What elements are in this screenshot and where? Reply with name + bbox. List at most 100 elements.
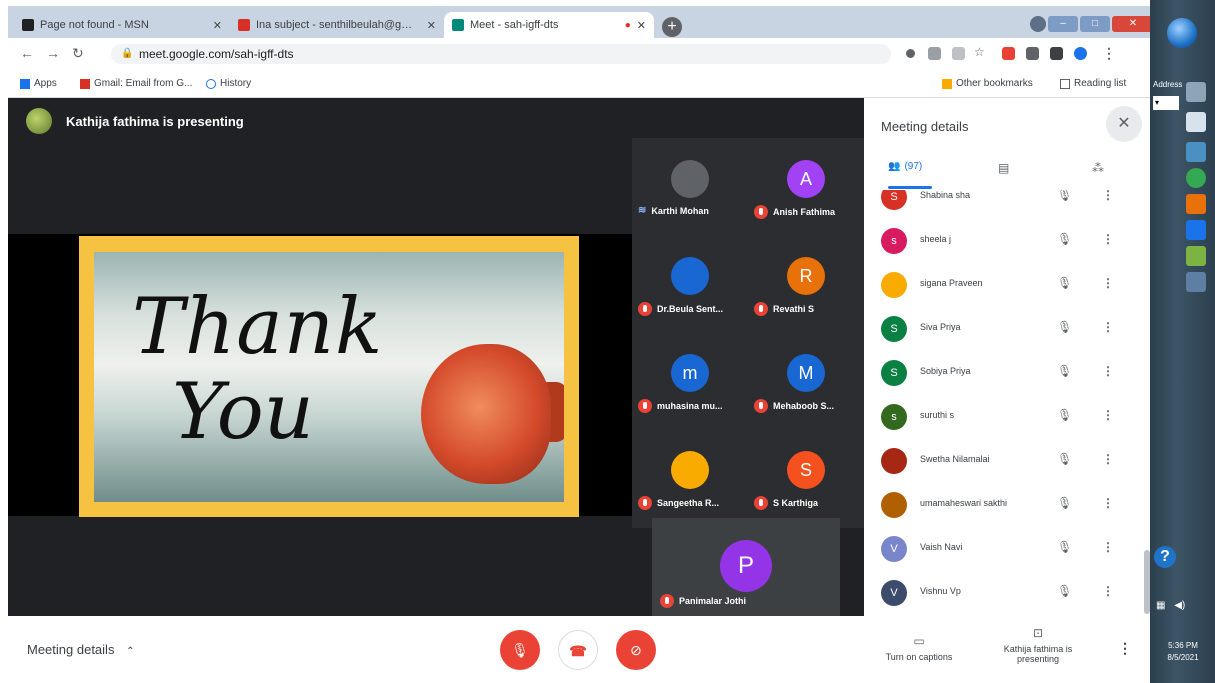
volume-icon[interactable]: ◀) xyxy=(1174,600,1185,611)
leave-call-button[interactable]: ☎ xyxy=(558,630,598,670)
list-item[interactable]: umamaheswari sakthi 🎙 ⋮ xyxy=(864,484,1142,528)
network-icon[interactable] xyxy=(1186,142,1206,162)
translate-icon[interactable] xyxy=(928,47,941,60)
mute-icon[interactable]: 🎙 xyxy=(1057,540,1072,554)
participant-tile-large[interactable]: P Panimalar Jothi xyxy=(652,518,840,616)
tab-chat[interactable]: ▤ xyxy=(998,161,1009,175)
participant-tile[interactable]: M Mehaboob S... xyxy=(748,332,864,429)
new-tab-button[interactable]: + xyxy=(662,17,682,37)
tab-meet[interactable]: Meet - sah-igff-dts ● ✕ xyxy=(444,12,654,38)
close-panel-button[interactable]: ✕ xyxy=(1106,106,1142,142)
list-item[interactable]: V Vishnu Vp 🎙 ⋮ xyxy=(864,572,1142,616)
more-options-icon[interactable]: ⋮ xyxy=(1102,408,1114,422)
profile-icon[interactable] xyxy=(1030,16,1046,32)
url-field[interactable]: 🔒 meet.google.com/sah-igff-dts xyxy=(111,44,891,64)
puzzle-icon[interactable] xyxy=(1050,47,1063,60)
more-options-icon[interactable]: ⋮ xyxy=(1102,190,1114,202)
profile-avatar-icon[interactable] xyxy=(1074,47,1087,60)
list-item[interactable]: sigana Praveen 🎙 ⋮ xyxy=(864,264,1142,308)
explorer-icon[interactable] xyxy=(1186,112,1206,132)
mute-icon[interactable]: 🎙 xyxy=(1057,452,1072,466)
maximize-button[interactable]: □ xyxy=(1080,16,1110,32)
more-options-icon[interactable]: ⋮ xyxy=(1102,276,1114,290)
taskbar-app-icon[interactable] xyxy=(1186,82,1206,102)
powerpoint-icon[interactable] xyxy=(1186,194,1206,214)
lock-icon: 🔒 xyxy=(121,48,134,59)
app-icon[interactable] xyxy=(1186,272,1206,292)
camera-icon[interactable] xyxy=(906,49,915,58)
help-icon[interactable]: ? xyxy=(1154,546,1176,568)
list-item[interactable]: V Vaish Navi 🎙 ⋮ xyxy=(864,528,1142,572)
network-status-icon[interactable]: ▦ xyxy=(1156,600,1165,611)
bookmark-gmail[interactable]: Gmail: Email from G... xyxy=(80,78,192,89)
participant-tile[interactable]: R Revathi S xyxy=(748,235,864,332)
extension-icon[interactable] xyxy=(1002,47,1015,60)
camera-off-button[interactable]: ⊘ xyxy=(616,630,656,670)
mute-icon[interactable]: 🎙 xyxy=(1057,320,1072,334)
clock[interactable]: 5:36 PM 8/5/2021 xyxy=(1158,640,1208,664)
start-button[interactable] xyxy=(1167,18,1197,48)
photos-icon[interactable] xyxy=(1186,246,1206,266)
mic-off-button[interactable]: 🎙 xyxy=(500,630,540,670)
participant-tile[interactable]: Sangeetha R... xyxy=(632,429,748,526)
more-options-icon[interactable]: ⋮ xyxy=(1102,320,1114,334)
bookmark-label: Apps xyxy=(34,78,57,89)
star-icon[interactable]: ☆ xyxy=(974,45,985,59)
menu-icon[interactable]: ⋮ xyxy=(1102,45,1116,62)
mute-icon[interactable]: 🎙 xyxy=(1057,584,1072,598)
meeting-details-toggle[interactable]: Meeting details ⌃ xyxy=(27,642,134,657)
list-item[interactable]: s sheela j 🎙 ⋮ xyxy=(864,220,1142,264)
close-tab-icon[interactable]: ✕ xyxy=(213,19,222,32)
extension-icon[interactable] xyxy=(1026,47,1039,60)
presenting-button[interactable]: ⊡ Kathija fathima is presenting xyxy=(996,626,1080,664)
tab-activities[interactable]: ⁂ xyxy=(1092,161,1104,175)
list-item[interactable]: S Siva Priya 🎙 ⋮ xyxy=(864,308,1142,352)
recording-dot-icon: ● xyxy=(624,19,631,31)
list-item[interactable]: s suruthi s 🎙 ⋮ xyxy=(864,396,1142,440)
panel-title: Meeting details xyxy=(881,119,969,134)
mute-icon[interactable]: 🎙 xyxy=(1057,364,1072,378)
bookmark-other[interactable]: Other bookmarks xyxy=(942,78,1033,89)
reading-list[interactable]: Reading list xyxy=(1060,78,1126,89)
close-tab-icon[interactable]: ✕ xyxy=(637,19,646,32)
more-options-icon[interactable]: ⋮ xyxy=(1102,584,1114,598)
more-options-icon[interactable]: ⋮ xyxy=(1118,640,1132,657)
back-icon[interactable]: ← xyxy=(20,45,34,61)
close-window-button[interactable]: ✕ xyxy=(1112,16,1154,32)
forward-icon[interactable]: → xyxy=(46,45,60,61)
address-toolbar-input[interactable]: ▾ xyxy=(1153,96,1179,110)
more-options-icon[interactable]: ⋮ xyxy=(1102,364,1114,378)
minimize-button[interactable]: – xyxy=(1048,16,1078,32)
participant-tile[interactable]: m muhasina mu... xyxy=(632,332,748,429)
more-options-icon[interactable]: ⋮ xyxy=(1102,496,1114,510)
camera-off-icon: ⊘ xyxy=(630,642,642,658)
tab-people[interactable]: 👥 (97) xyxy=(888,161,922,172)
participant-tile[interactable]: A Anish Fathima xyxy=(748,138,864,235)
participant-tile[interactable]: S S Karthiga xyxy=(748,429,864,526)
mute-icon[interactable]: 🎙 xyxy=(1057,190,1072,202)
mute-icon[interactable]: 🎙 xyxy=(1057,232,1072,246)
more-options-icon[interactable]: ⋮ xyxy=(1102,452,1114,466)
tab-gmail[interactable]: Ina subject - senthilbeulah@gmail.com ✕ xyxy=(230,12,444,38)
list-item[interactable]: S Sobiya Priya 🎙 ⋮ xyxy=(864,352,1142,396)
zoom-icon[interactable] xyxy=(952,47,965,60)
more-options-icon[interactable]: ⋮ xyxy=(1102,232,1114,246)
more-options-icon[interactable]: ⋮ xyxy=(1102,540,1114,554)
windows-taskbar: Address ▾ ? ▦ ◀) 5:36 PM 8/5/2021 xyxy=(1150,0,1215,683)
bookmark-history[interactable]: History xyxy=(206,78,251,89)
list-item[interactable]: S Shabina sha 🎙 ⋮ xyxy=(864,190,1142,220)
list-item[interactable]: Swetha Nilamalai 🎙 ⋮ xyxy=(864,440,1142,484)
mute-icon[interactable]: 🎙 xyxy=(1057,276,1072,290)
captions-button[interactable]: ▭ Turn on captions xyxy=(874,634,964,662)
bookmark-apps[interactable]: Apps xyxy=(20,78,57,89)
mute-icon[interactable]: 🎙 xyxy=(1057,496,1072,510)
participant-tile[interactable]: Dr.Beula Sent... xyxy=(632,235,748,332)
participant-tile[interactable]: ≋ Karthi Mohan xyxy=(632,138,748,235)
mute-icon[interactable]: 🎙 xyxy=(1057,408,1072,422)
app-icon[interactable] xyxy=(1186,220,1206,240)
reload-icon[interactable]: ↻ xyxy=(72,45,84,62)
participant-name: sheela j xyxy=(920,234,952,244)
chrome-icon[interactable] xyxy=(1186,168,1206,188)
tab-msn[interactable]: Page not found - MSN ✕ xyxy=(14,12,230,38)
close-tab-icon[interactable]: ✕ xyxy=(427,19,436,32)
